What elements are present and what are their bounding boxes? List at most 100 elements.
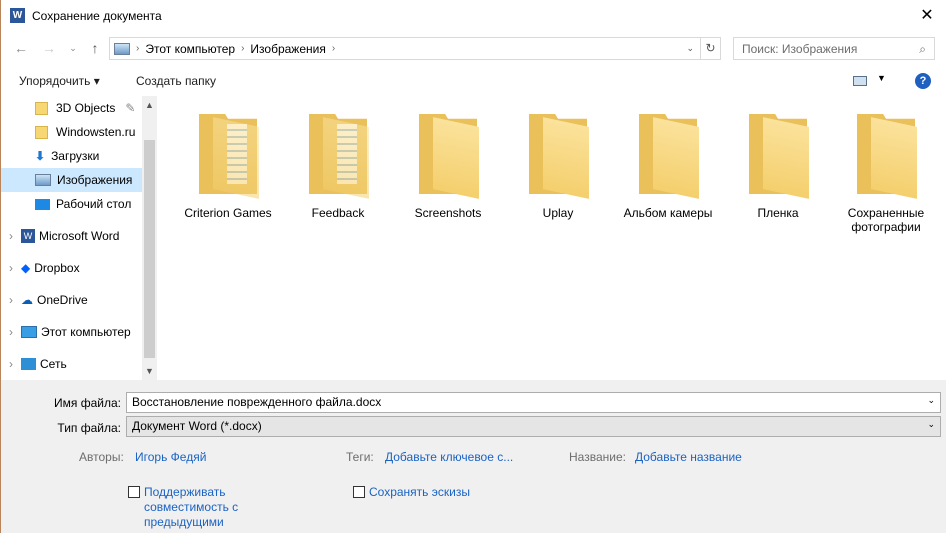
folder-label: Feedback [311,206,365,220]
folder-icon [35,101,48,115]
filetype-select[interactable]: Документ Word (*.docx) ⌄ [126,416,941,437]
back-button[interactable]: ← [11,38,31,58]
word-icon: W [21,229,35,243]
nav-label: Dropbox [34,261,80,275]
folder-item[interactable]: Feedback [283,114,393,220]
nav-item-onedrive[interactable]: › ☁ OneDrive [1,288,142,312]
folder-icon [747,114,809,199]
nav-item-word[interactable]: › W Microsoft Word [1,224,142,248]
folder-icon [417,114,479,199]
filetype-label: Тип файла: [57,421,121,435]
nav-item-windowsten[interactable]: Windowsten.ru [1,120,142,144]
organize-button[interactable]: Упорядочить ▾ [19,74,100,88]
nav-label: OneDrive [37,293,88,307]
search-input[interactable]: Поиск: Изображения ⌕ [733,37,935,60]
breadcrumb-pictures[interactable]: Изображения [250,42,325,56]
expand-icon[interactable]: › [9,357,13,371]
forward-button[interactable]: → [39,38,59,58]
folder-label: Screenshots [414,206,482,220]
scrollbar-thumb[interactable] [144,140,155,358]
nav-label: Microsoft Word [39,229,120,243]
search-icon: ⌕ [919,42,926,56]
view-icon[interactable] [853,76,867,86]
close-button[interactable]: ✕ [915,4,939,28]
up-button[interactable]: ↑ [85,38,105,58]
nav-label: Windowsten.ru [56,125,136,139]
view-dropdown[interactable]: ▼ [877,73,886,83]
nav-item-pictures[interactable]: Изображения [1,168,142,192]
nav-label: 3D Objects [56,101,116,115]
folder-label: Uplay [542,206,574,220]
new-folder-button[interactable]: Создать папку [136,74,216,88]
title-input[interactable]: Добавьте название [635,450,742,464]
folder-item[interactable]: Сохраненные фотографии [829,114,943,234]
save-options: Имя файла: Восстановление поврежденного … [1,380,946,533]
chevron-right-icon: › [331,43,336,54]
thumbnails-checkbox[interactable] [353,486,365,498]
desktop-icon [35,198,50,210]
expand-icon[interactable]: › [9,261,13,275]
chevron-down-icon[interactable]: ⌄ [686,43,694,54]
refresh-button[interactable]: ↻ [701,37,721,60]
expand-icon[interactable]: › [9,229,13,243]
scroll-down-icon[interactable]: ▼ [142,366,157,376]
title-label: Название: [569,450,626,464]
filename-input[interactable]: Восстановление поврежденного файла.docx ⌄ [126,392,941,413]
compat-label[interactable]: Поддерживать совместимость с предыдущими [144,485,249,530]
nav-item-desktop[interactable]: Рабочий стол [1,192,142,216]
folder-item[interactable]: Альбом камеры [613,114,723,220]
folder-label: Сохраненные фотографии [847,206,925,234]
expand-icon[interactable]: › [9,325,13,339]
authors-label: Авторы: [79,450,124,464]
nav-item-network[interactable]: › Сеть [1,352,142,376]
authors-value[interactable]: Игорь Федяй [135,450,206,464]
folder-item[interactable]: Uplay [503,114,613,220]
address-bar[interactable]: › Этот компьютер › Изображения › ⌄ [109,37,701,60]
folder-icon [307,114,369,199]
expand-icon[interactable]: › [9,293,13,307]
scroll-up-icon[interactable]: ▲ [142,100,157,110]
word-icon: W [10,8,25,23]
folder-icon [35,125,48,139]
dropbox-icon: ◆ [21,261,31,275]
folder-icon [527,114,589,199]
folder-item[interactable]: Criterion Games [173,114,283,220]
breadcrumb-this-pc[interactable]: Этот компьютер [145,42,235,56]
nav-item-downloads[interactable]: ⬇ Загрузки [1,144,142,168]
nav-item-dropbox[interactable]: › ◆ Dropbox [1,256,142,280]
nav-label: Рабочий стол [56,197,132,211]
download-icon: ⬇ [35,149,46,163]
thumbnails-label[interactable]: Сохранять эскизы [369,485,470,499]
help-button[interactable]: ? [915,73,931,89]
tags-label: Теги: [346,450,374,464]
tags-input[interactable]: Добавьте ключевое с... [385,450,513,464]
filename-value: Восстановление поврежденного файла.docx [132,395,382,409]
chevron-down-icon[interactable]: ⌄ [927,395,935,410]
compat-checkbox[interactable] [128,486,140,498]
chevron-right-icon: › [136,43,140,54]
folder-icon [197,114,259,199]
nav-label: Этот компьютер [41,325,131,339]
folder-item[interactable]: Пленка [723,114,833,220]
filename-label: Имя файла: [54,396,121,410]
filetype-value: Документ Word (*.docx) [132,419,262,433]
folder-icon [855,114,917,199]
toolbar: Упорядочить ▾ Создать папку ▼ [1,66,946,96]
nav-label: Загрузки [51,149,100,163]
folder-item[interactable]: Screenshots [393,114,503,220]
nav-item-3d-objects[interactable]: 3D Objects ✎ [1,96,142,120]
nav-label: Сеть [40,357,67,371]
pin-icon[interactable]: ✎ [125,101,135,115]
computer-icon [21,326,37,338]
folder-icon [637,114,699,199]
pictures-icon [35,174,51,186]
network-icon [21,358,36,370]
folder-label: Criterion Games [184,206,272,220]
recent-dropdown[interactable]: ⌄ [63,38,83,58]
file-list: Criterion Games Feedback Screenshots Upl… [157,96,946,380]
navigation-pane: 3D Objects ✎ Windowsten.ru ⬇ Загрузки Изоб… [1,96,157,380]
nav-item-this-pc[interactable]: › Этот компьютер [1,320,142,344]
onedrive-icon: ☁ [21,293,33,307]
title-bar: W Сохранение документа ✕ [1,0,946,32]
folder-label: Пленка [757,206,799,220]
